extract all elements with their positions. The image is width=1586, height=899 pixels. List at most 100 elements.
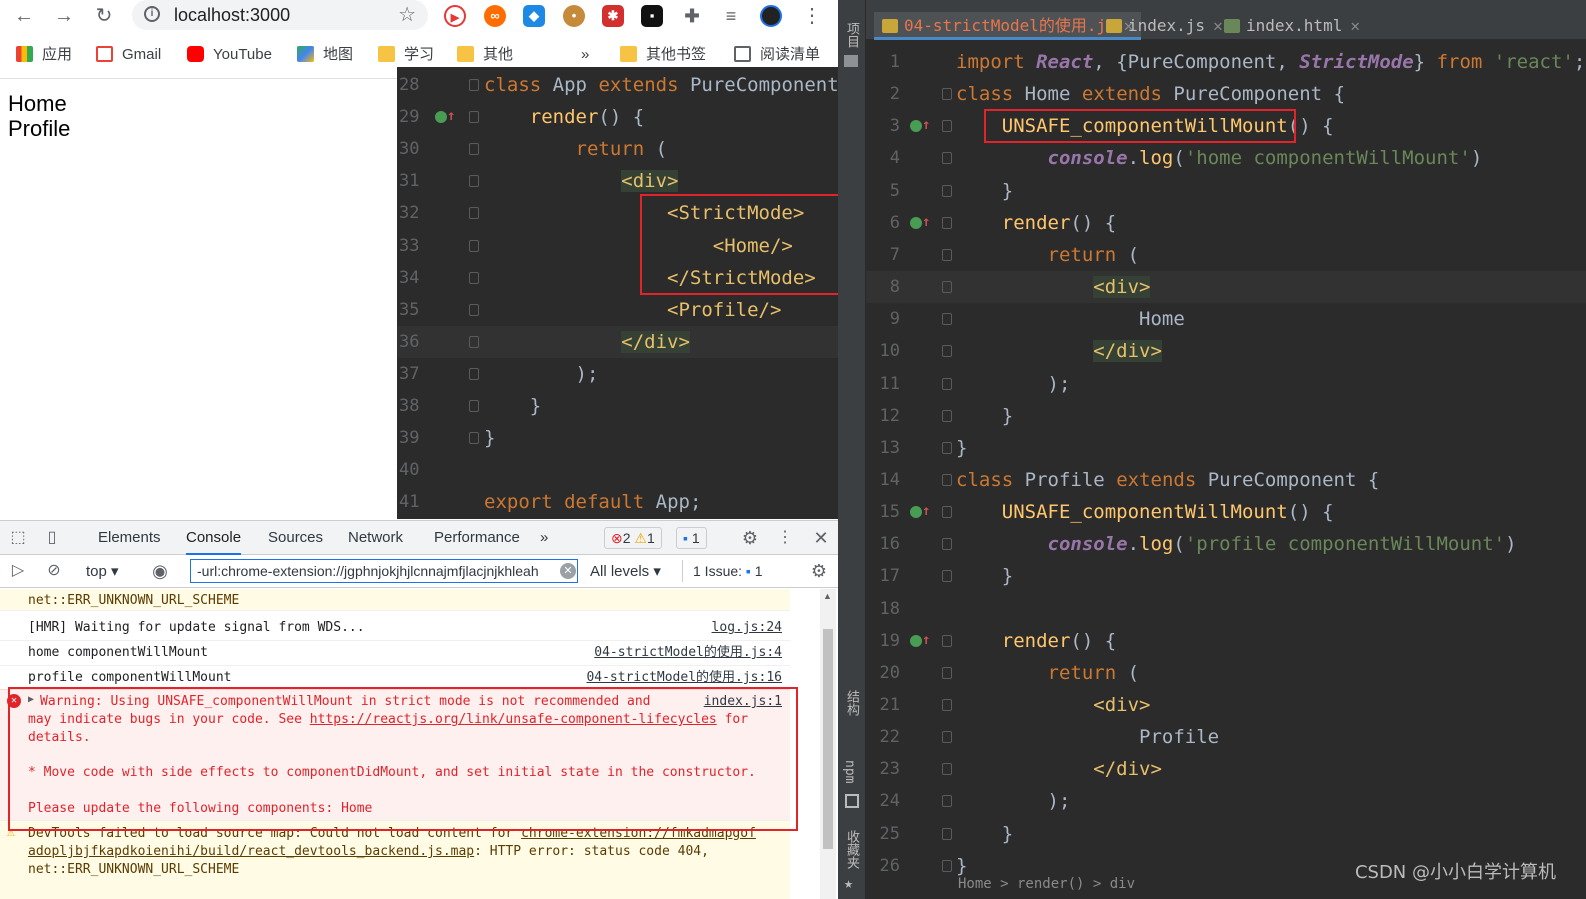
fold-marker-icon[interactable]: [942, 859, 952, 872]
issues-button[interactable]: 1 Issue: ▪ 1: [682, 560, 763, 582]
menu-kebab-icon[interactable]: ⋮: [798, 2, 826, 30]
log-levels-dropdown[interactable]: All levels ▾: [590, 562, 661, 580]
bookmark-reading-list[interactable]: 阅读清单: [734, 44, 820, 66]
side-tab-npm[interactable]: npm: [842, 760, 857, 783]
editor-tab[interactable]: index.html ✕: [1224, 12, 1360, 40]
clear-filter-icon[interactable]: ✕: [560, 563, 576, 579]
tab-console[interactable]: Console: [186, 521, 242, 555]
override-marker-icon[interactable]: [910, 216, 922, 229]
forward-icon[interactable]: →: [50, 2, 78, 30]
fold-marker-icon[interactable]: [469, 207, 479, 220]
fold-marker-icon[interactable]: [942, 666, 952, 679]
side-tab-structure[interactable]: 结构: [842, 690, 861, 716]
editor-tab[interactable]: index.js ✕: [1106, 12, 1223, 40]
fold-marker-icon[interactable]: [942, 441, 952, 454]
fold-marker-icon[interactable]: [942, 506, 952, 519]
fold-marker-icon[interactable]: [942, 184, 952, 197]
tab-elements[interactable]: Elements: [98, 521, 161, 555]
bookmark-folder-study[interactable]: 学习: [378, 44, 434, 66]
fold-marker-icon[interactable]: [942, 538, 952, 551]
fold-marker-icon[interactable]: [942, 473, 952, 486]
bookmark-maps[interactable]: 地图: [297, 44, 353, 66]
fold-marker-icon[interactable]: [942, 699, 952, 711]
editor-breadcrumb[interactable]: Home > render() > div: [958, 876, 1135, 892]
live-expression-eye-icon[interactable]: ◉: [150, 561, 170, 581]
fold-marker-icon[interactable]: [469, 271, 479, 284]
fold-marker-icon[interactable]: [942, 634, 952, 647]
error-warning-counter[interactable]: ⊗2 ⚠1: [604, 527, 662, 549]
fold-marker-icon[interactable]: [469, 432, 479, 445]
more-tabs-button[interactable]: »: [540, 521, 548, 555]
extension-cookie-icon[interactable]: •: [563, 5, 585, 27]
profile-avatar-icon[interactable]: [760, 5, 782, 27]
extension-red-icon[interactable]: ✱: [602, 5, 624, 27]
console-scroll-thumb[interactable]: [823, 629, 833, 849]
fold-marker-icon[interactable]: [942, 248, 952, 261]
fold-marker-icon[interactable]: [469, 111, 479, 124]
console-settings-gear-icon[interactable]: ⚙: [809, 561, 829, 581]
editor-tab-active[interactable]: 04-strictModel的使用.js ✕: [874, 12, 1142, 40]
fold-marker-icon[interactable]: [942, 152, 952, 165]
fold-marker-icon[interactable]: [942, 281, 952, 294]
fold-marker-icon[interactable]: [469, 335, 479, 348]
console-source-link[interactable]: log.js:24: [712, 619, 782, 637]
fold-marker-icon[interactable]: [469, 400, 479, 412]
side-tab-favorites[interactable]: 收藏夹: [842, 830, 861, 869]
settings-gear-icon[interactable]: ⚙: [740, 528, 760, 548]
messages-counter[interactable]: ▪ 1: [676, 527, 707, 549]
extension-hex-icon[interactable]: ◆: [523, 5, 545, 27]
override-marker-icon[interactable]: [910, 634, 922, 647]
back-icon[interactable]: ←: [10, 2, 38, 30]
extension-infinity-icon[interactable]: ∞: [484, 5, 506, 27]
bookmark-star-icon[interactable]: ☆: [398, 2, 416, 27]
reading-list-icon[interactable]: ≡: [720, 5, 742, 27]
fold-marker-icon[interactable]: [942, 345, 952, 358]
fold-marker-icon[interactable]: [469, 143, 479, 156]
address-url[interactable]: localhost:3000: [174, 5, 290, 26]
bookmark-other-bookmarks[interactable]: 其他书签: [620, 44, 706, 66]
tab-sources[interactable]: Sources: [268, 521, 323, 555]
console-source-link[interactable]: 04-strictModel的使用.js:4: [594, 644, 782, 662]
clear-console-icon[interactable]: ⊘: [44, 561, 64, 581]
close-tab-icon[interactable]: ✕: [1350, 16, 1360, 35]
fold-marker-icon[interactable]: [942, 120, 952, 133]
fold-marker-icon[interactable]: [942, 313, 952, 326]
fold-marker-icon[interactable]: [469, 175, 479, 188]
extensions-puzzle-icon[interactable]: ✚: [681, 5, 703, 27]
close-tab-icon[interactable]: ✕: [1213, 16, 1223, 35]
bookmark-folder-other[interactable]: 其他: [457, 44, 513, 66]
override-marker-icon[interactable]: [435, 111, 447, 124]
site-info-icon[interactable]: i: [144, 6, 160, 22]
devtools-menu-icon[interactable]: ⋮: [775, 528, 795, 548]
fold-marker-icon[interactable]: [942, 88, 952, 101]
tab-performance[interactable]: Performance: [434, 521, 520, 555]
extension-black-icon[interactable]: ▪: [641, 5, 663, 27]
address-bar[interactable]: i localhost:3000 ☆: [132, 0, 428, 30]
fold-marker-icon[interactable]: [469, 303, 479, 316]
close-devtools-icon[interactable]: ✕: [811, 528, 831, 548]
side-tab-project[interactable]: 项目: [842, 22, 861, 48]
console-scrollbar[interactable]: ▲: [820, 589, 836, 899]
device-toolbar-icon[interactable]: ▯: [42, 528, 62, 548]
scroll-up-icon[interactable]: ▲: [823, 591, 832, 601]
fold-marker-icon[interactable]: [469, 367, 479, 380]
fold-marker-icon[interactable]: [942, 795, 952, 808]
bookmark-apps[interactable]: 应用: [16, 44, 72, 66]
sidebar-toggle-icon[interactable]: ▷: [8, 561, 28, 581]
console-source-link[interactable]: 04-strictModel的使用.js:16: [586, 669, 782, 687]
fold-marker-icon[interactable]: [942, 409, 952, 422]
fold-marker-icon[interactable]: [942, 216, 952, 229]
fold-marker-icon[interactable]: [942, 570, 952, 583]
editor-code-area[interactable]: 1 import React, {PureComponent, StrictMod…: [866, 44, 1586, 899]
fold-marker-icon[interactable]: [942, 827, 952, 840]
override-marker-icon[interactable]: [910, 506, 922, 519]
inspect-element-icon[interactable]: ⬚: [8, 528, 28, 548]
bookmarks-overflow-button[interactable]: »: [581, 44, 589, 66]
override-marker-icon[interactable]: [910, 120, 922, 133]
bookmark-gmail[interactable]: Gmail: [96, 44, 161, 66]
tab-network[interactable]: Network: [348, 521, 403, 555]
extension-record-icon[interactable]: ▶: [444, 5, 466, 27]
fold-marker-icon[interactable]: [942, 731, 952, 744]
console-filter-input[interactable]: -url:chrome-extension://jgphnjokjhjlcnna…: [190, 559, 578, 583]
fold-marker-icon[interactable]: [469, 239, 479, 252]
